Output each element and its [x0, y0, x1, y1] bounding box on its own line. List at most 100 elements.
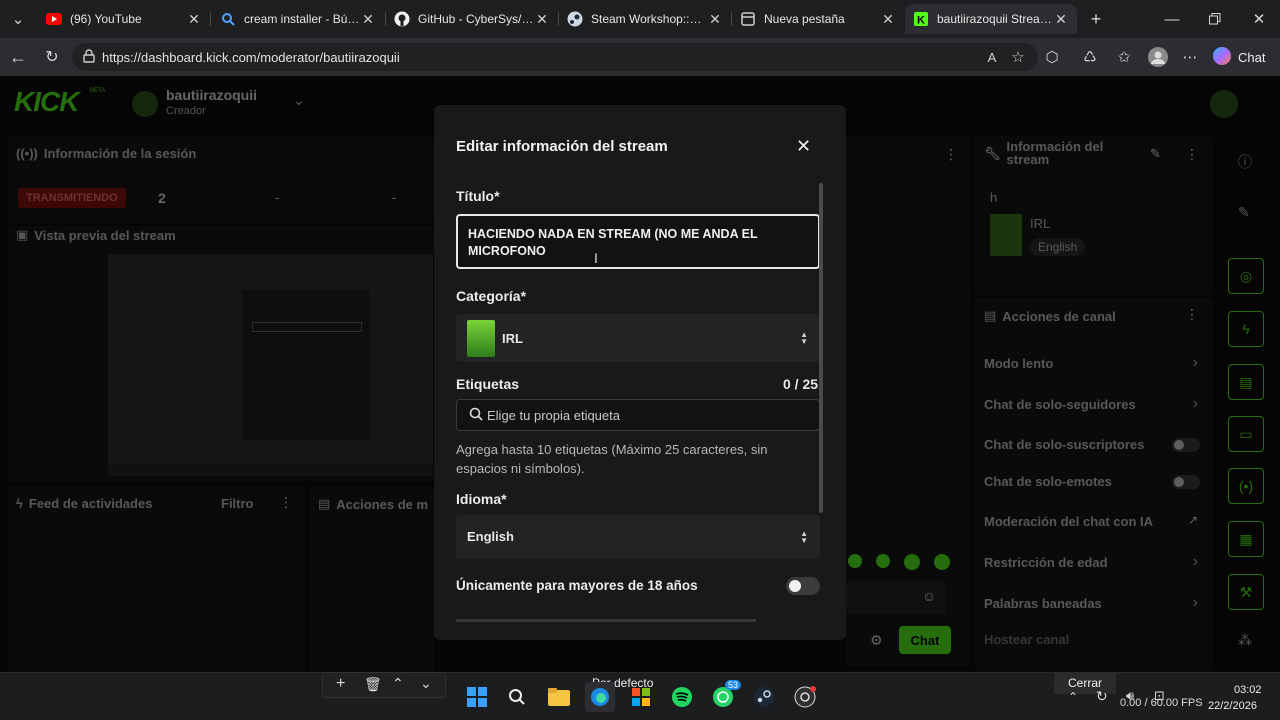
obs-icon[interactable]	[790, 682, 820, 712]
quick-notes-button[interactable]: ▤	[1228, 364, 1264, 400]
kick-logo[interactable]: KICK	[14, 86, 79, 118]
subscribers-only-toggle[interactable]	[1172, 438, 1200, 452]
quick-tools-button[interactable]: ⚒	[1228, 574, 1264, 610]
trash-icon[interactable]: 🗑︎	[364, 676, 382, 693]
performance-icon[interactable]: ♺	[1078, 45, 1102, 69]
stat-value: -	[275, 190, 280, 205]
arrow-up-icon[interactable]: ⌃	[392, 675, 404, 692]
tray-chevron-icon[interactable]: ⌃	[1068, 690, 1078, 704]
channel-action-host[interactable]: Hostear canal	[984, 632, 1069, 647]
spotify-icon[interactable]	[667, 682, 697, 712]
extensions-icon[interactable]: ⬡	[1040, 45, 1064, 69]
tags-counter: 0 / 25	[783, 376, 819, 392]
chat-send-button[interactable]: Chat	[899, 626, 951, 654]
filter-button[interactable]: Filtro	[221, 496, 254, 511]
emotes-only-toggle[interactable]	[1172, 475, 1200, 489]
user-avatar[interactable]	[1210, 90, 1238, 118]
modal-title: Editar información del stream	[456, 138, 668, 155]
store-icon[interactable]	[626, 682, 656, 712]
window-minimize-icon[interactable]: —	[1160, 7, 1184, 31]
close-tab-icon[interactable]: ✕	[1053, 11, 1069, 28]
steam-icon[interactable]	[749, 682, 779, 712]
kebab-menu-icon[interactable]: ⋮	[1185, 306, 1199, 323]
info-icon[interactable]: ⓘ	[1238, 152, 1252, 172]
kebab-menu-icon[interactable]: ⋮	[1185, 146, 1199, 163]
gear-icon[interactable]: ⚙	[870, 632, 883, 649]
kebab-menu-icon[interactable]: ⋮	[279, 494, 293, 511]
close-tab-icon[interactable]: ✕	[534, 11, 550, 28]
file-explorer-icon[interactable]	[544, 682, 574, 712]
quick-broadcast-button[interactable]: (•)	[1228, 468, 1264, 504]
tab-new-tab[interactable]: Nueva pestaña ✕	[732, 4, 904, 34]
tab-github[interactable]: GitHub - CyberSys/Crea ✕	[386, 4, 558, 34]
external-link-icon: ↗	[1188, 513, 1199, 527]
category-select[interactable]: IRL ▲ ▼	[456, 314, 820, 362]
windows-start-icon[interactable]	[462, 682, 492, 712]
kebab-menu-icon[interactable]: ⋮	[944, 146, 958, 163]
close-tab-icon[interactable]: ✕	[360, 11, 376, 28]
back-arrow-icon[interactable]: ←	[6, 45, 30, 69]
channel-action-age-restriction[interactable]: Restricción de edad	[984, 555, 1108, 570]
tab-steam[interactable]: Steam Workshop::GTA5C ✕	[559, 4, 731, 34]
steam-icon	[567, 11, 583, 27]
close-tab-icon[interactable]: ✕	[186, 11, 202, 28]
adult-only-label: Únicamente para mayores de 18 años	[456, 578, 698, 593]
more-menu-icon[interactable]: ⋯	[1178, 45, 1202, 69]
title-input[interactable]: HACIENDO NADA EN STREAM (NO ME ANDA EL M…	[456, 214, 820, 269]
quick-clip-button[interactable]: ◎	[1228, 258, 1264, 294]
channel-action-followers-only[interactable]: Chat de solo-seguidores	[984, 397, 1136, 412]
channel-action-banned-words[interactable]: Palabras baneadas	[984, 596, 1102, 611]
whatsapp-icon[interactable]: 53	[708, 680, 742, 712]
window-close-icon[interactable]: ✕	[1247, 7, 1271, 31]
tags-input[interactable]: Elige tu propia etiqueta	[456, 399, 820, 431]
profile-avatar-icon[interactable]	[1146, 45, 1170, 69]
edge-browser-icon[interactable]	[585, 682, 615, 712]
favorites-list-icon[interactable]: ✩	[1112, 45, 1136, 69]
stream-preview-video[interactable]	[108, 254, 433, 476]
mod-actions-panel	[310, 486, 434, 672]
close-tab-icon[interactable]: ✕	[707, 11, 723, 28]
emoji-icon[interactable]: ☺	[922, 588, 936, 604]
tray-sync-icon[interactable]: ↻	[1096, 688, 1108, 705]
favorite-star-icon[interactable]: ☆	[1006, 45, 1030, 69]
clock-time[interactable]: 03:02	[1234, 684, 1262, 696]
clock-date[interactable]: 22/2/2026	[1208, 700, 1257, 712]
stream-info-category: IRL	[1030, 216, 1051, 231]
emote-row	[848, 554, 950, 570]
channel-action-ai-moderation[interactable]: Moderación del chat con IA	[984, 514, 1153, 529]
copilot-chat-button[interactable]: Chat	[1212, 45, 1265, 69]
viewer-count: 2	[158, 190, 166, 206]
tab-actions-chevron-icon[interactable]: ⌄	[6, 7, 30, 31]
broadcast-icon: (•)	[1238, 478, 1254, 494]
quick-chat-button[interactable]: ▭	[1228, 416, 1264, 452]
channel-action-subscribers-only: Chat de solo-suscriptores	[984, 437, 1145, 452]
site-info-icon[interactable]	[82, 49, 96, 66]
adult-only-toggle[interactable]	[786, 577, 820, 595]
read-aloud-icon[interactable]: A	[980, 45, 1004, 69]
plus-icon[interactable]: +	[336, 675, 345, 693]
quick-lightning-button[interactable]: ϟ	[1228, 311, 1264, 347]
close-tab-icon[interactable]: ✕	[880, 11, 896, 28]
tags-help-text: Agrega hasta 10 etiquetas (Máximo 25 car…	[456, 442, 768, 476]
arrow-down-icon[interactable]: ⌄	[420, 675, 432, 692]
modal-scrollbar[interactable]	[819, 183, 823, 513]
tab-search[interactable]: cream installer - Búsque ✕	[212, 4, 384, 34]
search-icon[interactable]	[502, 682, 532, 712]
quick-store-button[interactable]: ▦	[1228, 521, 1264, 557]
channel-action-slow-mode[interactable]: Modo lento	[984, 356, 1053, 371]
window-restore-icon[interactable]	[1203, 7, 1227, 31]
edit-pencil-icon[interactable]: ✎	[1150, 146, 1161, 162]
new-tab-plus-icon[interactable]: +	[1084, 7, 1108, 31]
reload-icon[interactable]: ↻	[40, 45, 64, 69]
category-thumbnail	[467, 320, 495, 357]
close-modal-icon[interactable]: ✕	[796, 136, 811, 157]
mod-actions-title: ▤ Acciones de m	[318, 496, 429, 512]
channel-dropdown-chevron-icon[interactable]: ⌄	[293, 92, 305, 109]
edit-pencil-icon[interactable]: ✎	[1238, 204, 1250, 221]
tab-youtube[interactable]: (96) YouTube ✕	[38, 4, 210, 34]
category-thumbnail	[990, 214, 1022, 256]
language-select[interactable]: English ▲ ▼	[456, 515, 820, 559]
nodes-icon[interactable]: ⁂	[1238, 632, 1252, 649]
address-bar[interactable]: https://dashboard.kick.com/moderator/bau…	[72, 43, 1038, 71]
tab-kick-active[interactable]: K bautiirazoquii Stream - K ✕	[905, 4, 1077, 34]
